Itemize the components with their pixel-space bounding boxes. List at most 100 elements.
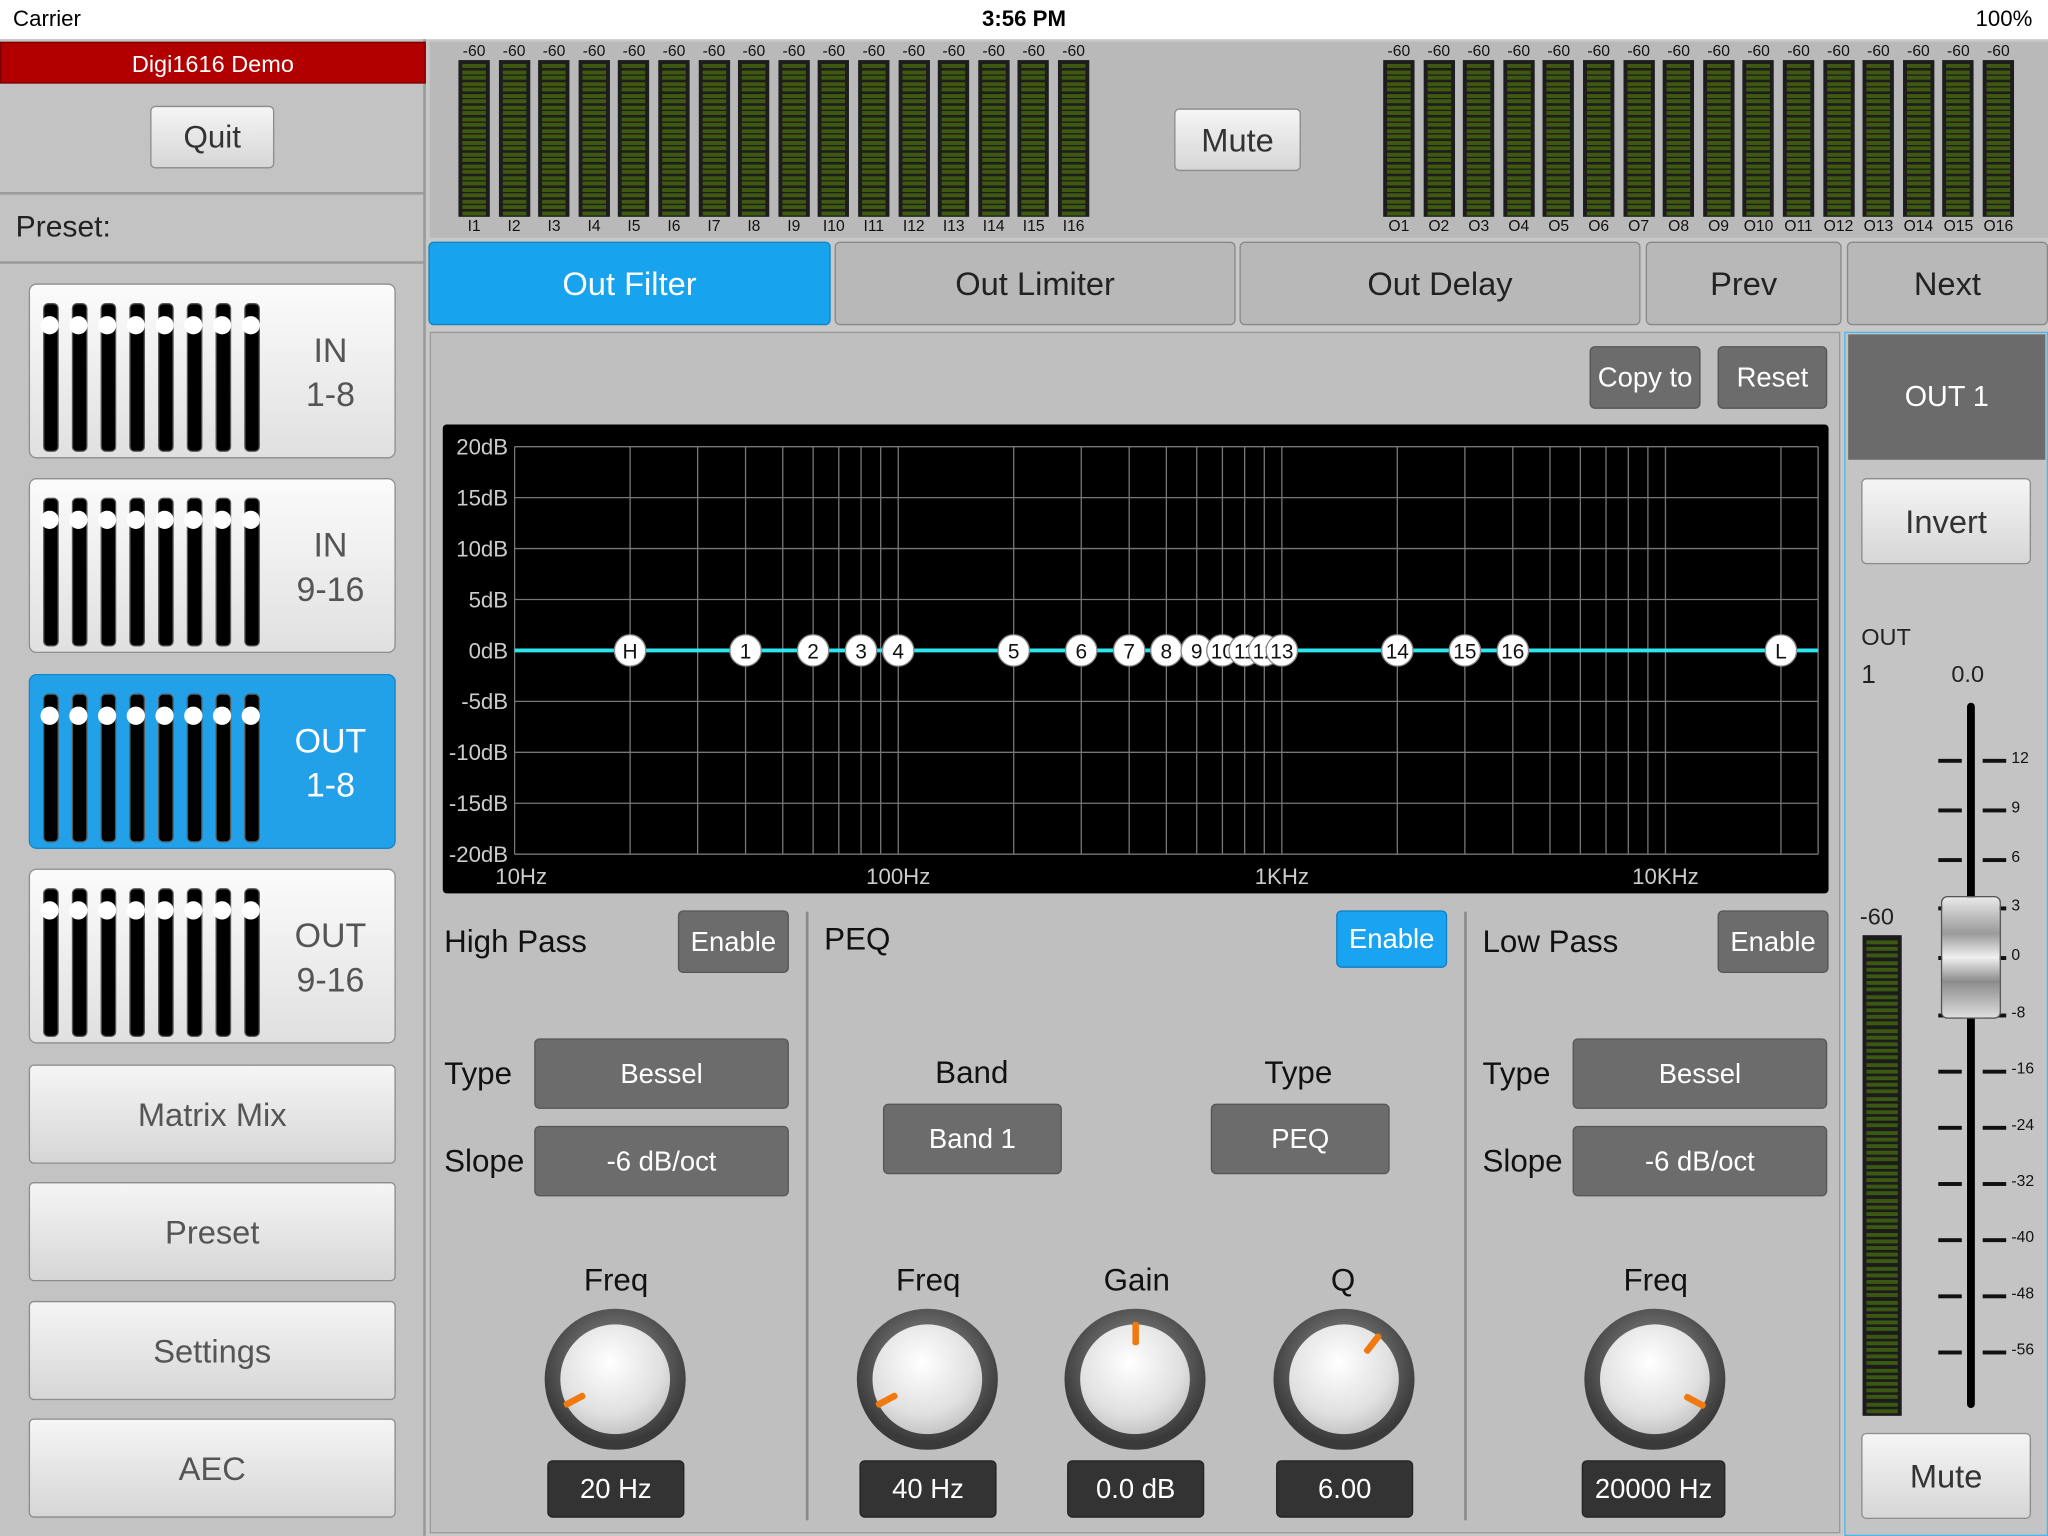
tab-out-filter[interactable]: Out Filter xyxy=(428,241,831,326)
mini-fader-knob xyxy=(212,510,232,529)
scale-tick xyxy=(1982,1350,2007,1355)
next-button[interactable]: Next xyxy=(1846,241,2048,326)
output-meter-value: -60 xyxy=(1867,41,1890,61)
output-meter-label: O4 xyxy=(1508,216,1530,236)
low-pass-freq-knob[interactable] xyxy=(1584,1308,1726,1450)
mini-fader xyxy=(69,497,88,647)
high-pass-slope-select[interactable]: -6 dB/oct xyxy=(534,1125,789,1197)
high-pass-freq-value[interactable]: 20 Hz xyxy=(547,1460,685,1518)
channel-mute-button[interactable]: Mute xyxy=(1861,1432,2032,1520)
channel-name[interactable]: OUT 1 xyxy=(1848,334,2046,460)
peq-freq-value[interactable]: 40 Hz xyxy=(859,1460,997,1518)
output-meter-value: -60 xyxy=(1467,41,1491,61)
peq-enable-button[interactable]: Enable xyxy=(1336,910,1448,968)
reset-button[interactable]: Reset xyxy=(1717,346,1828,409)
preset-tile[interactable]: OUT 9-16 xyxy=(28,868,396,1044)
gain-fader-handle[interactable] xyxy=(1940,895,2001,1019)
preset-tile[interactable]: OUT 1-8 xyxy=(28,673,396,849)
input-meter-value: -60 xyxy=(822,41,846,61)
preset-tile[interactable]: IN 9-16 xyxy=(28,478,396,654)
low-pass-type-select[interactable]: Bessel xyxy=(1572,1038,1828,1109)
eq-graph-canvas[interactable]: 20dB15dB10dB5dB0dB-5dB-10dB-15dB-20dB10H… xyxy=(443,424,1829,893)
input-meter-value: -60 xyxy=(622,41,646,61)
x-tick-label: 10Hz xyxy=(495,864,547,889)
meter-segment xyxy=(1866,1021,1898,1026)
output-meter-label: O7 xyxy=(1628,216,1650,236)
peq-gain-value[interactable]: 0.0 dB xyxy=(1067,1460,1205,1518)
mini-fader xyxy=(241,693,260,843)
low-pass-slope-select[interactable]: -6 dB/oct xyxy=(1572,1125,1828,1197)
mini-fader-knob xyxy=(241,706,260,725)
meter-segment xyxy=(1866,994,1898,999)
output-meter xyxy=(1902,60,1935,217)
mini-fader xyxy=(126,497,145,647)
aec-button[interactable]: AEC xyxy=(28,1418,396,1518)
meter-segment xyxy=(1866,1212,1898,1216)
output-meter-label: O14 xyxy=(1903,216,1934,236)
input-meter-value: -60 xyxy=(862,41,886,61)
peq-gain-knob[interactable] xyxy=(1064,1308,1206,1450)
eq-point-label: 16 xyxy=(1501,640,1524,663)
eq-graph[interactable]: 20dB 15dB 10dB 5dB 0dB -5dB -10dB -15dB -20dB 10H… xyxy=(442,424,1829,894)
mini-fader-knob xyxy=(212,706,232,725)
preset-tile-label: OUT xyxy=(294,720,367,761)
meter-segment xyxy=(1866,1198,1898,1203)
eq-point-label: 9 xyxy=(1191,640,1203,663)
y-tick-label: -15dB xyxy=(449,791,508,816)
quit-button[interactable]: Quit xyxy=(150,105,275,169)
mini-fader-knob xyxy=(155,510,174,529)
output-meter xyxy=(1702,60,1735,217)
input-meter-value: -60 xyxy=(1022,41,1045,61)
settings-button[interactable]: Settings xyxy=(28,1300,396,1401)
meter-segment xyxy=(1866,1225,1898,1230)
peq-type-select[interactable]: PEQ xyxy=(1210,1103,1390,1175)
scale-tick xyxy=(1982,858,2007,863)
low-pass-freq-value[interactable]: 20000 Hz xyxy=(1581,1460,1726,1518)
preset-tile[interactable]: IN 1-8 xyxy=(28,283,396,459)
mini-fader xyxy=(212,888,232,1038)
output-meter xyxy=(1942,60,1975,217)
meter-segment xyxy=(1866,1164,1898,1169)
meter-segment xyxy=(1866,1076,1898,1081)
peq-freq-knob[interactable] xyxy=(856,1308,998,1450)
tab-out-limiter[interactable]: Out Limiter xyxy=(834,241,1236,326)
divider xyxy=(0,261,426,264)
scale-label: -40 xyxy=(2011,1227,2035,1247)
copy-to-button[interactable]: Copy to xyxy=(1589,346,1701,409)
low-pass-enable-button[interactable]: Enable xyxy=(1717,910,1829,974)
tab-out-delay[interactable]: Out Delay xyxy=(1239,241,1641,326)
scale-label: -24 xyxy=(2011,1115,2035,1134)
mini-fader-knob xyxy=(184,510,203,529)
mini-fader xyxy=(40,888,59,1038)
mini-fader xyxy=(40,303,59,452)
high-pass-slope-label: Slope xyxy=(444,1144,525,1180)
mini-fader xyxy=(155,888,174,1038)
preset-button[interactable]: Preset xyxy=(28,1182,396,1282)
peq-q-knob[interactable] xyxy=(1273,1308,1415,1450)
input-meter xyxy=(818,60,850,217)
scale-tick xyxy=(1938,1294,1962,1299)
prev-button[interactable]: Prev xyxy=(1645,241,1842,326)
input-meter xyxy=(858,60,890,217)
scale-tick xyxy=(1938,758,1962,763)
output-meter xyxy=(1503,60,1535,217)
peq-q-value[interactable]: 6.00 xyxy=(1276,1460,1414,1518)
peq-band-select[interactable]: Band 1 xyxy=(882,1103,1062,1175)
high-pass-freq-knob[interactable] xyxy=(544,1308,686,1450)
gain-fader-track[interactable] xyxy=(1967,702,1975,1408)
master-mute-button[interactable]: Mute xyxy=(1174,108,1301,172)
meter-segment xyxy=(1866,1381,1898,1386)
matrix-mix-button[interactable]: Matrix Mix xyxy=(28,1064,396,1164)
input-meter xyxy=(1057,60,1090,217)
mini-fader xyxy=(69,693,88,843)
high-pass-enable-button[interactable]: Enable xyxy=(677,910,789,974)
preset-tile-range: 9-16 xyxy=(296,959,365,1000)
high-pass-type-select[interactable]: Bessel xyxy=(534,1038,789,1109)
eq-point-label: 1 xyxy=(740,640,752,663)
meter-segment xyxy=(1866,1232,1898,1237)
input-meter xyxy=(978,60,1010,217)
input-meter-label: I15 xyxy=(1022,216,1045,236)
input-meter-label: I1 xyxy=(467,216,481,236)
gain-readout: 0.0 xyxy=(1951,660,1985,688)
invert-button[interactable]: Invert xyxy=(1861,478,2032,565)
